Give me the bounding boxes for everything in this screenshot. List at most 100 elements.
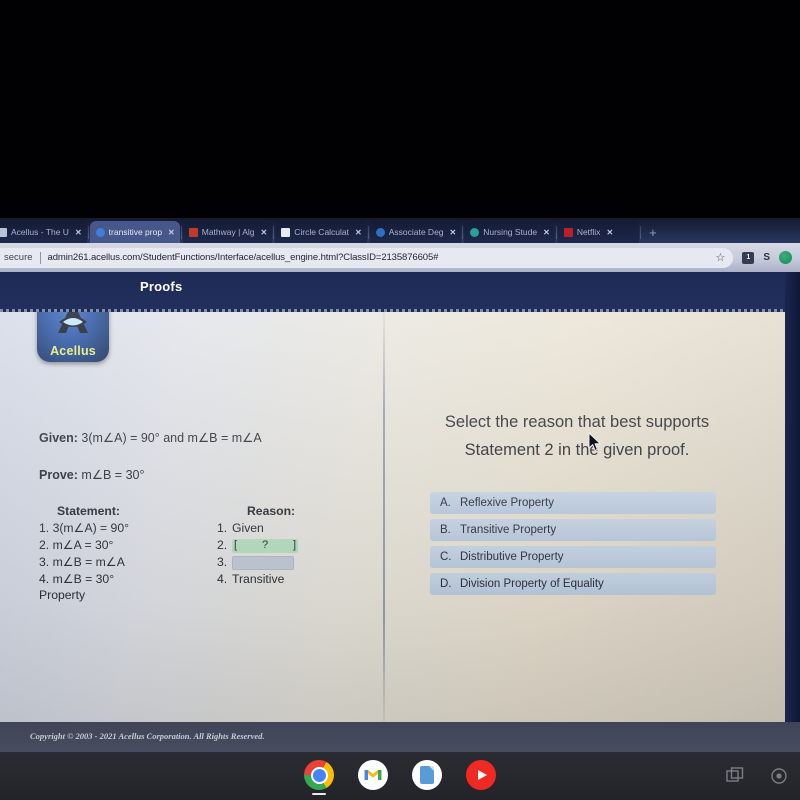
- tab-favicon-icon: [95, 227, 105, 237]
- tab-title: Nursing Stude: [483, 227, 538, 237]
- tab-close-icon[interactable]: ✕: [261, 228, 268, 237]
- reason-number: 2.: [217, 538, 228, 552]
- security-indicator-label: secure: [4, 252, 33, 263]
- reason-blank-empty[interactable]: [232, 555, 294, 570]
- window-overview-icon[interactable]: [724, 765, 746, 787]
- bracket-right: ]: [292, 539, 296, 551]
- prove-text: m∠B = 30°: [77, 468, 145, 482]
- tab-favicon-icon: [281, 227, 291, 237]
- proof-table-header: Statement: Reason:: [39, 504, 359, 518]
- answer-choices-list: A. Reflexive Property B. Transitive Prop…: [430, 492, 716, 595]
- answer-choice-a[interactable]: A. Reflexive Property: [430, 492, 716, 514]
- chrome-icon[interactable]: [304, 760, 334, 795]
- taskbar-running-indicator: [312, 792, 326, 795]
- statement-text: m∠B = m∠A: [52, 555, 125, 569]
- reason-text: Transitive: [232, 572, 285, 586]
- reason-number: 1.: [217, 521, 228, 535]
- settings-gear-icon[interactable]: [768, 765, 790, 787]
- question-pane: Select the reason that best supports Sta…: [385, 312, 785, 722]
- proof-trailing-text: Property: [39, 588, 86, 602]
- statement-cell: 1. 3(m∠A) = 90°: [39, 520, 217, 537]
- extension-s-icon[interactable]: S: [763, 252, 770, 263]
- os-taskbar: [0, 752, 800, 800]
- tab-close-icon[interactable]: ✕: [168, 228, 175, 237]
- app-footer: Copyright © 2003 - 2021 Acellus Corporat…: [0, 722, 800, 752]
- page-title: Proofs: [140, 279, 183, 294]
- tab-title: Mathway | Alg: [201, 227, 255, 237]
- browser-tab-2[interactable]: Mathway | Alg ✕: [182, 221, 273, 243]
- youtube-icon[interactable]: [466, 760, 496, 790]
- tab-favicon-icon: [0, 227, 7, 237]
- answer-choice-b[interactable]: B. Transitive Property: [430, 519, 716, 541]
- tab-title: transitive prop: [108, 227, 163, 237]
- browser-tab-4[interactable]: Associate Deg ✕: [369, 221, 462, 243]
- tab-separator: [555, 226, 557, 239]
- statement-cell: 4. m∠B = 30°: [39, 571, 217, 588]
- browser-tab-6[interactable]: Netflix ✕: [557, 221, 640, 243]
- statement-text: 3(m∠A) = 90°: [52, 521, 129, 535]
- reason-cell: 1. Given: [217, 520, 264, 537]
- tab-close-icon[interactable]: ✕: [355, 228, 362, 237]
- tab-separator: [462, 226, 464, 239]
- question-prompt: Select the reason that best supports Sta…: [444, 413, 710, 459]
- tab-close-icon[interactable]: ✕: [543, 228, 550, 237]
- browser-tab-strip: Acellus - The U ✕ transitive prop ✕ Math…: [0, 218, 800, 243]
- tab-separator: [273, 226, 275, 239]
- answer-letter: B.: [440, 524, 451, 536]
- given-text: 3(m∠A) = 90° and m∠B = m∠A: [77, 431, 262, 445]
- reason-number: 4.: [217, 572, 228, 586]
- browser-extensions-area: 1 S: [733, 251, 800, 264]
- given-label: Given:: [39, 431, 78, 445]
- browser-tab-1[interactable]: transitive prop ✕: [89, 221, 180, 243]
- tab-title: Circle Calculat: [294, 227, 350, 237]
- prove-line: Prove: m∠B = 30°: [39, 467, 144, 482]
- reason-number: 3.: [217, 555, 228, 569]
- browser-tab-3[interactable]: Circle Calculat ✕: [275, 221, 367, 243]
- reason-blank-placeholder: ?: [261, 539, 269, 551]
- tab-title: Associate Deg: [388, 227, 444, 237]
- app-header-bar: Proofs: [0, 272, 800, 312]
- proof-row: 4. m∠B = 30° 4. Transitive: [39, 571, 359, 588]
- answer-text: Reflexive Property: [460, 497, 554, 509]
- given-line: Given: 3(m∠A) = 90° and m∠B = m∠A: [39, 430, 262, 445]
- gmail-icon[interactable]: [358, 760, 388, 790]
- reason-blank-active[interactable]: [ ? ]: [232, 538, 298, 553]
- star-icon[interactable]: ☆: [715, 251, 733, 264]
- proof-row: 3. m∠B = m∠A 3.: [39, 554, 359, 571]
- answer-letter: D.: [440, 578, 452, 590]
- tab-close-icon[interactable]: ✕: [75, 228, 82, 237]
- document-sheet-icon: [420, 766, 434, 784]
- proof-row: 1. 3(m∠A) = 90° 1. Given: [39, 520, 359, 537]
- tab-close-icon[interactable]: ✕: [606, 228, 613, 237]
- address-bar[interactable]: secure admin261.acellus.com/StudentFunct…: [0, 247, 734, 268]
- statement-cell: 3. m∠B = m∠A: [39, 554, 217, 571]
- taskbar-system-tray: [724, 765, 790, 787]
- tab-close-icon[interactable]: ✕: [450, 228, 457, 237]
- tab-title: Acellus - The U: [11, 227, 69, 237]
- page-right-edge: [785, 272, 800, 722]
- statement-column-header: Statement:: [57, 504, 120, 518]
- copyright-text: Copyright © 2003 - 2021 Acellus Corporat…: [30, 731, 265, 741]
- browser-tab-0[interactable]: Acellus - The U ✕: [0, 221, 87, 243]
- tab-favicon-icon: [563, 227, 573, 237]
- new-tab-button[interactable]: +: [642, 225, 664, 243]
- answer-choice-d[interactable]: D. Division Property of Equality: [430, 573, 716, 595]
- browser-tab-5[interactable]: Nursing Stude ✕: [464, 221, 555, 243]
- answer-choice-c[interactable]: C. Distributive Property: [430, 546, 716, 568]
- address-bar-divider: [39, 251, 41, 264]
- statement-number: 4.: [39, 572, 50, 586]
- statement-number: 1.: [39, 521, 50, 535]
- screenshot-root: Acellus - The U ✕ transitive prop ✕ Math…: [0, 0, 800, 800]
- extension-badge-icon[interactable]: 1: [742, 251, 755, 264]
- proof-row: 2. m∠A = 30° 2. [ ? ]: [39, 537, 359, 554]
- reason-cell: 3.: [217, 554, 294, 571]
- lesson-page: Acellus Given: 3(m∠A) = 90° and m∠B = m∠…: [0, 312, 785, 722]
- reason-column-header: Reason:: [247, 504, 296, 518]
- black-bezel-area: [0, 0, 800, 218]
- answer-letter: C.: [440, 551, 452, 563]
- profile-avatar-icon[interactable]: [779, 251, 792, 264]
- docs-icon[interactable]: [412, 760, 442, 790]
- taskbar-app-launchers: [304, 760, 496, 795]
- tab-separator: [87, 226, 89, 239]
- tab-title: Netflix: [576, 227, 601, 237]
